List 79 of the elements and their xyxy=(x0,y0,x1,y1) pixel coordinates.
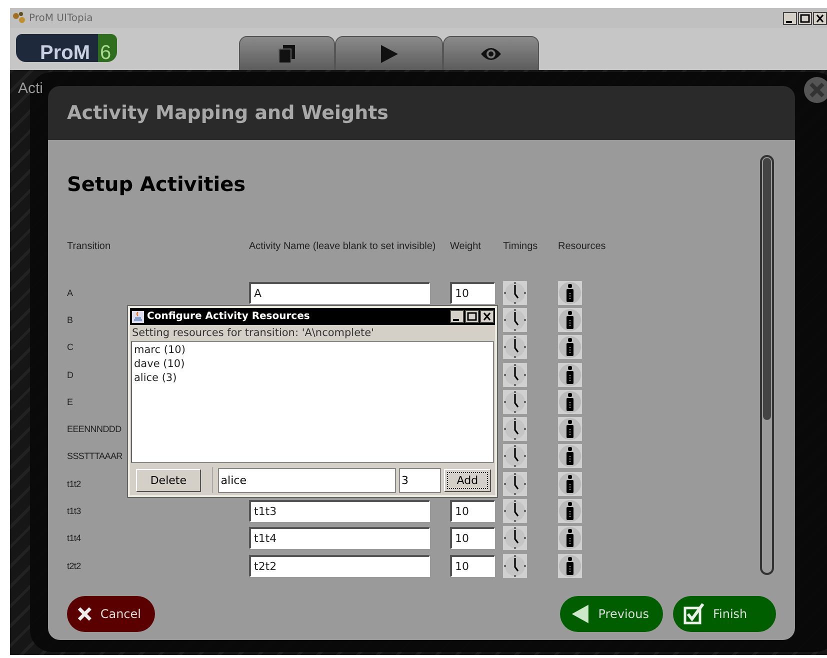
minimize-button[interactable] xyxy=(450,310,464,323)
window-title: ProM UITopia xyxy=(29,12,93,24)
clock-icon[interactable] xyxy=(503,390,527,414)
transition-label: t1t3 xyxy=(67,506,81,516)
cancel-button[interactable]: Cancel xyxy=(67,596,155,632)
previous-button[interactable]: Previous xyxy=(560,596,663,632)
minimize-button[interactable] xyxy=(783,12,797,24)
activity-name-field[interactable]: t1t3 xyxy=(249,500,430,522)
clock-icon[interactable] xyxy=(503,526,527,550)
view-title: Acti xyxy=(18,80,44,97)
transition-label: D xyxy=(67,370,74,380)
maximize-button[interactable] xyxy=(465,310,479,323)
transition-label: C xyxy=(67,342,74,352)
weight-field[interactable]: 10 xyxy=(450,500,495,522)
transition-label: SSSTTTAAAR xyxy=(67,451,122,462)
column-header: Transition xyxy=(67,240,111,252)
triangle-icon xyxy=(570,603,590,625)
column-header: Resources xyxy=(558,240,606,252)
dialog-message: Setting resources for transition: 'A\ncomplete' xyxy=(131,326,376,341)
clock-icon[interactable] xyxy=(503,554,527,578)
tab[interactable] xyxy=(442,36,538,70)
bottle-icon[interactable] xyxy=(558,308,582,332)
activity-name-field[interactable]: t2t2 xyxy=(249,554,430,577)
bottle-icon[interactable] xyxy=(558,280,582,305)
bottle-icon[interactable] xyxy=(558,390,582,414)
amount-field[interactable]: 3 xyxy=(398,468,441,492)
section-heading: Setup Activities xyxy=(67,172,247,196)
resource-name-field[interactable]: alice xyxy=(218,468,396,492)
tab[interactable] xyxy=(334,36,442,70)
column-header: Activity Name (leave blank to set invisible) xyxy=(249,240,436,252)
transition-label: E xyxy=(67,396,73,407)
list-item[interactable]: marc (10) xyxy=(134,343,186,357)
weight-field[interactable]: 10 xyxy=(450,527,495,550)
add-button[interactable]: Add xyxy=(444,468,491,492)
bottle-icon[interactable] xyxy=(558,335,582,360)
column-header: Timings xyxy=(503,240,538,252)
transition-label: A xyxy=(67,288,73,298)
bottle-icon[interactable] xyxy=(558,499,582,524)
close-button[interactable] xyxy=(480,310,494,323)
clock-icon[interactable] xyxy=(503,472,527,496)
transition-label: t2t2 xyxy=(67,560,81,571)
bottle-icon[interactable] xyxy=(558,526,582,550)
delete-button[interactable]: Delete xyxy=(136,468,201,492)
list-item[interactable]: alice (3) xyxy=(134,371,177,385)
maximize-button[interactable] xyxy=(798,12,812,24)
transition-label: t1t4 xyxy=(67,533,81,544)
close-button[interactable] xyxy=(813,12,827,24)
clock-icon[interactable] xyxy=(503,308,527,332)
java-icon xyxy=(132,310,144,322)
close-icon[interactable] xyxy=(803,76,827,104)
weight-field[interactable]: 10 xyxy=(450,282,495,304)
bottle-icon[interactable] xyxy=(558,472,582,496)
activity-name-field[interactable]: A xyxy=(249,282,430,304)
column-header: Weight xyxy=(450,240,481,252)
scrollbar[interactable] xyxy=(760,155,774,575)
finish-button[interactable]: Finish xyxy=(673,596,776,632)
copy-icon xyxy=(276,42,298,64)
checkbox-icon xyxy=(683,603,705,625)
bottle-icon[interactable] xyxy=(558,362,582,387)
transition-label: B xyxy=(67,314,73,325)
transition-label: EEENNNDDD xyxy=(67,424,122,434)
list-item[interactable]: dave (10) xyxy=(134,357,185,371)
clock-icon[interactable] xyxy=(503,280,527,305)
dialog-window-title: Configure Activity Resources xyxy=(147,311,310,322)
clock-icon[interactable] xyxy=(503,444,527,468)
app-icon xyxy=(12,11,26,25)
tab[interactable] xyxy=(238,36,334,70)
bottle-icon[interactable] xyxy=(558,444,582,468)
bottle-icon[interactable] xyxy=(558,554,582,578)
clock-icon[interactable] xyxy=(503,335,527,360)
logo: ProM 6 xyxy=(16,34,118,62)
weight-field[interactable]: 10 xyxy=(450,554,495,577)
dialog-title: Activity Mapping and Weights xyxy=(67,102,388,124)
clock-icon[interactable] xyxy=(503,499,527,524)
clock-icon[interactable] xyxy=(503,362,527,387)
activity-name-field[interactable]: t1t4 xyxy=(249,527,430,550)
bottle-icon[interactable] xyxy=(558,417,582,442)
clock-icon[interactable] xyxy=(503,417,527,442)
transition-label: t1t2 xyxy=(67,478,81,489)
